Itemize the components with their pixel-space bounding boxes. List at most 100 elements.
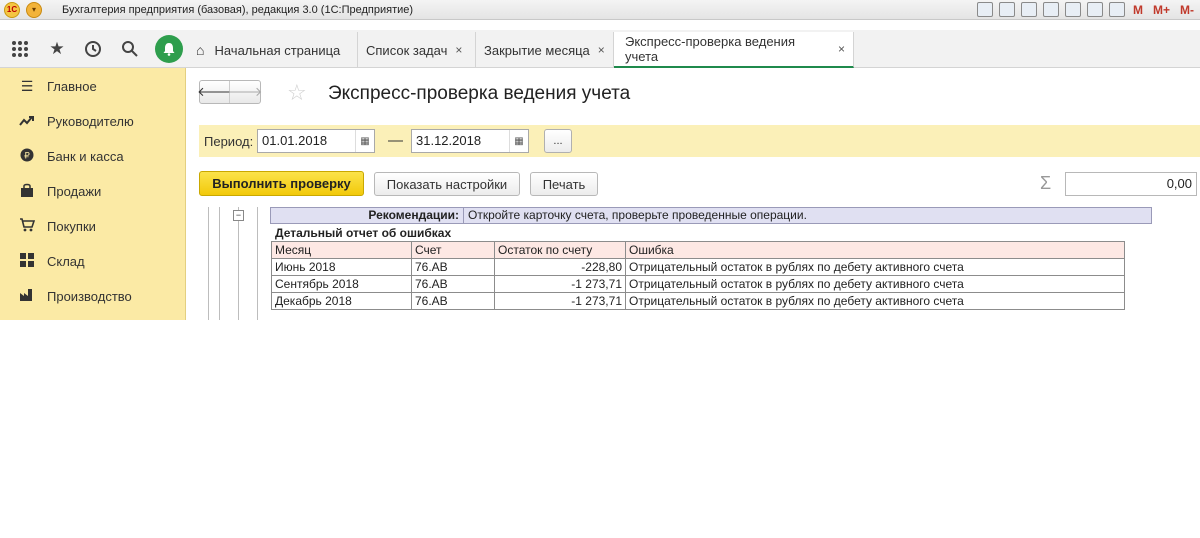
top-navigation-bar: ★ ⌂ Начальная страница Список задач × За… [0, 30, 1200, 68]
table-cell[interactable]: Июнь 2018 [271, 258, 412, 276]
sidebar-item-bank[interactable]: ₽ Банк и касса [0, 139, 186, 174]
sum-icon: Σ [1040, 173, 1052, 193]
sidebar-item-director[interactable]: Руководителю [0, 104, 186, 139]
column-header: Ошибка [625, 241, 1125, 259]
period-from-field[interactable]: 01.01.2018 ▦ [257, 129, 375, 153]
home-icon: ⌂ [196, 42, 205, 58]
favorite-star-icon[interactable]: ☆ [287, 80, 307, 106]
sidebar: ☰ Главное Руководителю ₽ Банк и касса Пр… [0, 68, 186, 320]
history-icon[interactable] [78, 34, 108, 64]
notification-bell-icon[interactable] [155, 35, 183, 63]
table-cell[interactable]: Сентябрь 2018 [271, 275, 412, 293]
factory-icon [18, 288, 36, 305]
search-icon[interactable] [115, 34, 145, 64]
sidebar-item-label: Главное [47, 79, 97, 94]
grouping-line [257, 207, 258, 320]
favorites-star-icon[interactable]: ★ [42, 34, 72, 64]
sidebar-item-label: Покупки [47, 219, 96, 234]
table-row[interactable]: Июнь 2018 76.АВ -228,80 Отрицательный ос… [271, 258, 1125, 276]
history-navigation: 🡐 🡒 [197, 80, 263, 104]
sidebar-item-label: Продажи [47, 184, 102, 199]
sidebar-item-label: Производство [47, 289, 132, 304]
forward-arrow-icon[interactable]: 🡒 [228, 81, 263, 103]
table-cell[interactable]: -1 273,71 [494, 292, 626, 310]
recommendation-row: Рекомендации: Откройте карточку счета, п… [270, 207, 1152, 224]
collapse-group-icon[interactable]: − [233, 210, 244, 221]
run-check-button[interactable]: Выполнить проверку [199, 171, 364, 196]
window-titlebar: 1С ▾ Бухгалтерия предприятия (базовая), … [0, 0, 1200, 20]
period-panel: Период: 01.01.2018 ▦ — 31.12.2018 ▦ ... [199, 125, 1200, 157]
column-header: Счет [411, 241, 495, 259]
table-cell[interactable]: Декабрь 2018 [271, 292, 412, 310]
title-toolbar: M M+ M- [976, 2, 1196, 17]
sidebar-item-purchases[interactable]: Покупки [0, 209, 186, 244]
calendar-icon[interactable] [1108, 2, 1125, 17]
table-cell[interactable]: -1 273,71 [494, 275, 626, 293]
main-menu-icon[interactable]: ▾ [26, 1, 42, 18]
grouping-line [208, 207, 209, 320]
table-row[interactable]: Сентябрь 2018 76.АВ -1 273,71 Отрицатель… [271, 275, 1125, 293]
sidebar-item-main[interactable]: ☰ Главное [0, 69, 186, 104]
save-icon[interactable] [976, 2, 993, 17]
table-cell[interactable]: -228,80 [494, 258, 626, 276]
tab-month-closing[interactable]: Закрытие месяца × [476, 32, 614, 68]
column-header: Месяц [271, 241, 412, 259]
close-icon[interactable]: × [838, 42, 845, 56]
period-from-value[interactable]: 01.01.2018 [258, 130, 356, 152]
print-icon[interactable] [998, 2, 1015, 17]
close-icon[interactable]: × [455, 43, 462, 57]
detail-report-title: Детальный отчет об ошибках [275, 226, 452, 240]
calendar-icon[interactable]: ▦ [356, 136, 374, 147]
tab-label: Начальная страница [214, 42, 341, 58]
grouping-line [238, 207, 239, 320]
copy-icon[interactable] [1064, 2, 1081, 17]
sidebar-item-sales[interactable]: Продажи [0, 174, 186, 209]
back-arrow-icon[interactable]: 🡐 [197, 81, 232, 103]
tab-label: Экспресс-проверка ведения учета [625, 34, 796, 64]
svg-text:₽: ₽ [24, 152, 30, 162]
report-document[interactable]: − Рекомендации: Откройте карточку счета,… [199, 207, 1200, 320]
period-select-button[interactable]: ... [544, 129, 572, 153]
tab-label: Закрытие месяца [484, 42, 590, 58]
errors-table: Месяц Счет Остаток по счету Ошибка Июнь … [271, 241, 1125, 310]
show-settings-button[interactable]: Показать настройки [374, 172, 520, 196]
page-title: Экспресс-проверка ведения учета [328, 83, 631, 104]
sum-field[interactable]: 0,00 [1065, 172, 1197, 196]
table-cell[interactable]: 76.АВ [411, 258, 495, 276]
main-content: 🡐 🡒 ☆ Экспресс-проверка ведения учета Пе… [187, 68, 1200, 320]
table-cell[interactable]: 76.АВ [411, 275, 495, 293]
sidebar-item-warehouse[interactable]: Склад [0, 244, 186, 279]
upload-icon[interactable] [1042, 2, 1059, 17]
close-icon[interactable]: × [598, 43, 605, 57]
preview-icon[interactable] [1020, 2, 1037, 17]
tab-home[interactable]: ⌂ Начальная страница [188, 32, 358, 68]
recommendation-label: Рекомендации: [271, 208, 464, 223]
calendar-icon[interactable]: ▦ [510, 136, 528, 147]
memory-m-plus-button[interactable]: M+ [1151, 3, 1172, 17]
period-to-value[interactable]: 31.12.2018 [412, 130, 510, 152]
period-label: Период: [204, 134, 254, 149]
table-cell[interactable]: Отрицательный остаток в рублях по дебету… [625, 258, 1125, 276]
table-row[interactable]: Декабрь 2018 76.АВ -1 273,71 Отрицательн… [271, 292, 1125, 310]
table-cell[interactable]: 76.АВ [411, 292, 495, 310]
sidebar-item-label: Банк и касса [47, 149, 124, 164]
sidebar-item-production[interactable]: Производство [0, 279, 186, 314]
app-logo-icon[interactable]: 1С [4, 1, 20, 18]
tab-label: Список задач [366, 42, 448, 58]
calculator-icon[interactable] [1086, 2, 1103, 17]
tab-express-check[interactable]: Экспресс-проверка ведения учета × [614, 32, 854, 68]
menu-icon: ☰ [20, 78, 34, 94]
apps-grid-icon[interactable] [5, 34, 35, 64]
period-to-field[interactable]: 31.12.2018 ▦ [411, 129, 529, 153]
memory-m-minus-button[interactable]: M- [1178, 3, 1196, 17]
print-button[interactable]: Печать [530, 172, 598, 196]
grouping-line [219, 207, 220, 320]
bag-icon [18, 183, 36, 201]
table-cell[interactable]: Отрицательный остаток в рублях по дебету… [625, 275, 1125, 293]
memory-m-button[interactable]: M [1131, 3, 1145, 17]
ruble-icon: ₽ [18, 148, 36, 165]
column-header: Остаток по счету [494, 241, 626, 259]
tab-task-list[interactable]: Список задач × [358, 32, 476, 68]
table-cell[interactable]: Отрицательный остаток в рублях по дебету… [625, 292, 1125, 310]
window-title: Бухгалтерия предприятия (базовая), редак… [62, 3, 414, 16]
